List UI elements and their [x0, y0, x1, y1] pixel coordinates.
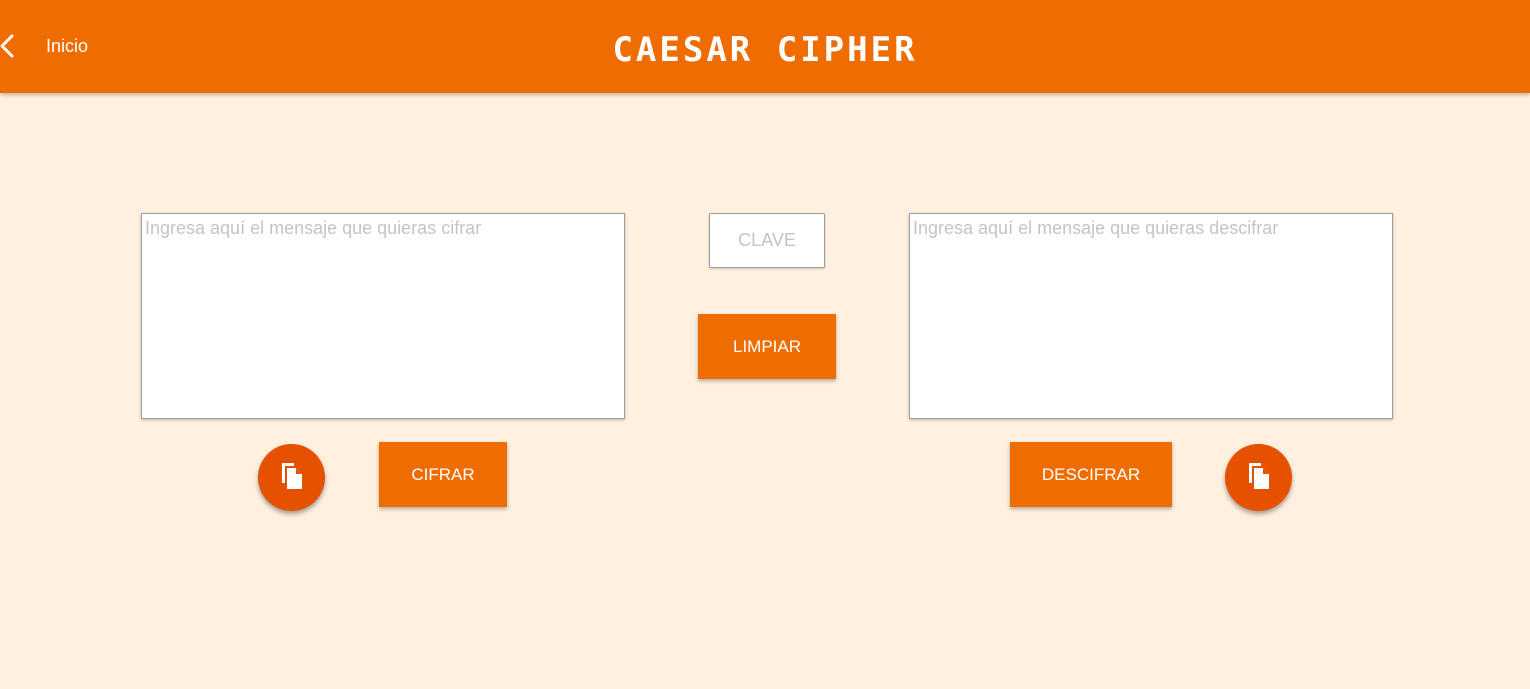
app-header: Inicio CAESAR CIPHER [0, 0, 1530, 93]
clear-button[interactable]: LIMPIAR [698, 314, 836, 379]
decrypt-button[interactable]: DESCIFRAR [1010, 442, 1172, 507]
page-title: CAESAR CIPHER [612, 30, 918, 70]
copy-icon [1246, 461, 1272, 495]
copy-ciphertext-button[interactable] [1225, 444, 1292, 511]
key-input[interactable] [709, 213, 825, 268]
encrypt-button[interactable]: CIFRAR [379, 442, 507, 507]
ciphertext-input[interactable] [909, 213, 1393, 419]
copy-plaintext-button[interactable] [258, 444, 325, 511]
copy-icon [279, 461, 305, 495]
plaintext-input[interactable] [141, 213, 625, 419]
